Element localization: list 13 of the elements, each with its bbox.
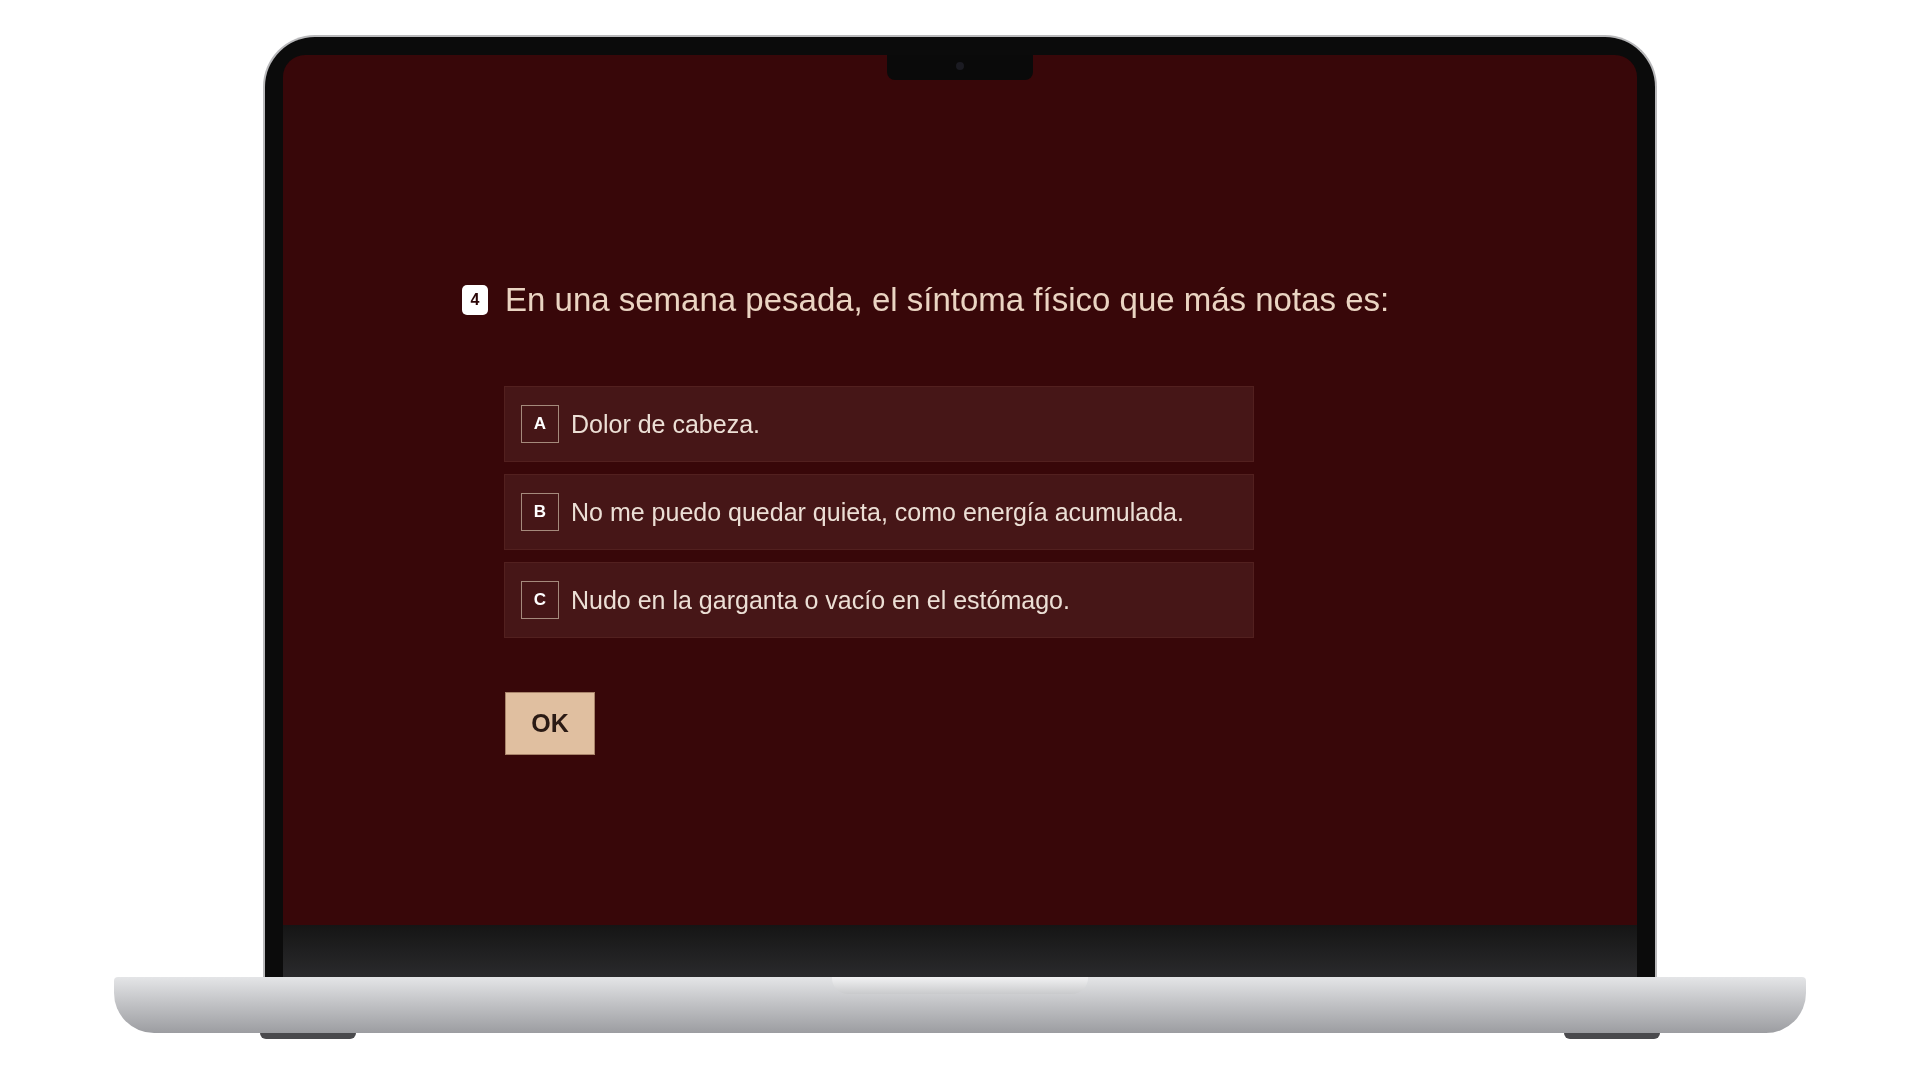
option-key-label: C xyxy=(521,581,559,619)
option-key-label: B xyxy=(521,493,559,531)
option-text: Nudo en la garganta o vacío en el estómago. xyxy=(571,585,1070,615)
option-text: Dolor de cabeza. xyxy=(571,409,760,439)
question-number: 4 xyxy=(462,285,488,315)
option-key-label: A xyxy=(521,405,559,443)
answer-option[interactable]: A Dolor de cabeza. xyxy=(504,386,1254,462)
answer-option[interactable]: B No me puedo quedar quieta, como energía acumulada. xyxy=(504,474,1254,550)
option-text: No me puedo quedar quieta, como energía acumulada. xyxy=(571,497,1184,527)
question-text: En una semana pesada, el síntoma físico que más notas es: xyxy=(505,281,1390,319)
camera-icon xyxy=(956,62,964,70)
answer-option[interactable]: C Nudo en la garganta o vacío en el estómago. xyxy=(504,562,1254,638)
ok-button[interactable]: OK xyxy=(505,692,595,755)
